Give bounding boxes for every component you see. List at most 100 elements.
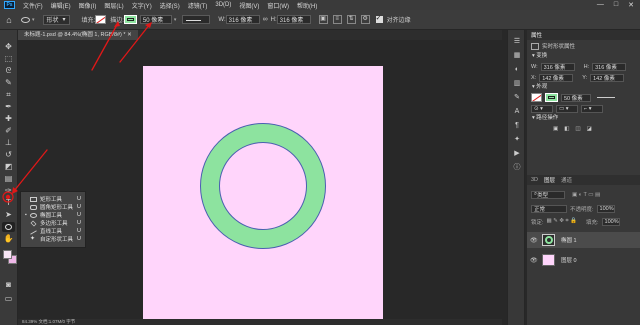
- menu-layer[interactable]: 图层(L): [104, 1, 123, 10]
- stroke-width-input[interactable]: 50 像素: [139, 15, 172, 24]
- pen-tool-icon[interactable]: ✑: [2, 186, 15, 196]
- marquee-tool-icon[interactable]: ⬚: [2, 54, 15, 64]
- menu-edit[interactable]: 编辑(E): [51, 1, 71, 10]
- quick-select-tool-icon[interactable]: ✎: [2, 78, 15, 88]
- foreground-color-swatch[interactable]: [3, 250, 12, 259]
- type-tool-icon[interactable]: T: [2, 198, 15, 208]
- menu-help[interactable]: 帮助(H): [297, 1, 317, 10]
- width-input[interactable]: 316 像素: [225, 15, 260, 24]
- gear-icon[interactable]: ⚙: [360, 15, 370, 24]
- menu-type[interactable]: 文字(Y): [132, 1, 152, 10]
- stroke-swatch[interactable]: [123, 15, 137, 24]
- crop-tool-icon[interactable]: ⌗: [2, 90, 15, 100]
- align-edges-checkbox[interactable]: [375, 14, 383, 23]
- home-icon[interactable]: ⌂: [3, 15, 15, 25]
- properties-width-input[interactable]: 316 像素: [540, 62, 575, 71]
- brush-tool-icon[interactable]: ✐: [2, 126, 15, 136]
- paragraph-panel-icon[interactable]: ¶: [512, 122, 522, 130]
- move-tool-icon[interactable]: ✥: [2, 42, 15, 52]
- path-arrangement-icon[interactable]: ⇅: [346, 15, 356, 24]
- document-tab[interactable]: 未标题-1.psd @ 84.4%(椭圆 1, RGB/8#) * ✕: [18, 30, 138, 40]
- tab-channels[interactable]: 通道: [561, 176, 572, 184]
- document-canvas[interactable]: [143, 66, 383, 320]
- opacity-input[interactable]: 100%: [596, 204, 615, 213]
- flyout-item-line[interactable]: 直线工具 U: [21, 227, 85, 235]
- eye-icon[interactable]: 👁: [530, 257, 538, 264]
- fill-input[interactable]: 100%: [601, 217, 620, 226]
- gradient-tool-icon[interactable]: ▤: [2, 174, 15, 184]
- subtract-shape-icon[interactable]: ◧: [564, 126, 569, 132]
- actions-panel-icon[interactable]: ▶: [512, 150, 522, 158]
- menu-file[interactable]: 文件(F): [23, 1, 43, 10]
- hand-tool-icon[interactable]: ✋: [2, 234, 15, 244]
- fill-swatch[interactable]: [95, 15, 107, 24]
- height-input[interactable]: 316 像素: [276, 15, 311, 24]
- close-button[interactable]: ✕: [628, 1, 634, 9]
- filter-icons[interactable]: ▣ ◐ T ▭ ▤: [572, 192, 600, 198]
- screen-mode-icon[interactable]: ▭: [2, 294, 15, 304]
- properties-tab[interactable]: 属性: [531, 31, 542, 39]
- menu-view[interactable]: 视图(V): [239, 1, 259, 10]
- stroke-type-line[interactable]: [597, 97, 615, 98]
- tab-layers[interactable]: 图层: [544, 176, 555, 184]
- clone-stamp-tool-icon[interactable]: ⊥: [2, 138, 15, 148]
- glyph-panel-icon[interactable]: ✦: [512, 136, 522, 144]
- stroke-corner-select[interactable]: ⌐ ▾: [581, 104, 603, 113]
- stroke-align-select[interactable]: ⊙ ▾: [531, 104, 553, 113]
- appearance-section-header[interactable]: ▾ 外观: [527, 83, 640, 92]
- adjust-panel-icon[interactable]: ◐: [512, 66, 522, 74]
- eye-icon[interactable]: 👁: [530, 237, 538, 244]
- properties-height-input[interactable]: 316 像素: [592, 62, 627, 71]
- layer-name[interactable]: 椭圆 1: [561, 236, 577, 244]
- menu-image[interactable]: 图像(I): [79, 1, 97, 10]
- intersect-shape-icon[interactable]: ◫: [575, 126, 580, 132]
- swatches-panel-icon[interactable]: ▦: [512, 52, 522, 60]
- ellipse-tool-button[interactable]: [2, 222, 15, 232]
- maximize-button[interactable]: □: [614, 1, 618, 9]
- history-brush-tool-icon[interactable]: ↺: [2, 150, 15, 160]
- properties-y-input[interactable]: 142 像素: [590, 73, 625, 82]
- menu-select[interactable]: 选择(S): [160, 1, 180, 10]
- flyout-item-polygon[interactable]: 多边形工具 U: [21, 219, 85, 227]
- canvas-area[interactable]: [18, 40, 502, 320]
- ellipse-ring-shape[interactable]: [200, 123, 326, 249]
- transform-section-header[interactable]: ▾ 变换: [527, 52, 640, 61]
- tab-3d[interactable]: 3D: [531, 177, 538, 183]
- libraries-panel-icon[interactable]: ▥: [512, 80, 522, 88]
- path-operations-icon[interactable]: ▣: [318, 15, 328, 24]
- character-panel-icon[interactable]: A: [512, 108, 522, 116]
- link-icon[interactable]: ∞: [263, 16, 268, 23]
- layer-row-ellipse[interactable]: 👁 椭圆 1: [527, 232, 640, 248]
- properties-fill-swatch[interactable]: [531, 93, 542, 102]
- chevron-down-icon[interactable]: ▾: [174, 17, 177, 23]
- path-alignment-icon[interactable]: ≡: [332, 15, 342, 24]
- exclude-shape-icon[interactable]: ◪: [587, 126, 592, 132]
- stroke-cap-select[interactable]: ▭ ▾: [556, 104, 578, 113]
- blend-mode-select[interactable]: 正常: [531, 204, 567, 213]
- path-ops-section-header[interactable]: ▾ 路径操作: [527, 114, 640, 123]
- layer-filter-select[interactable]: ⌕ 类型: [531, 190, 565, 199]
- path-select-tool-icon[interactable]: ➤: [2, 210, 15, 220]
- flyout-item-rounded-rectangle[interactable]: 圆角矩形工具 U: [21, 203, 85, 211]
- info-panel-icon[interactable]: ⓘ: [512, 164, 522, 172]
- flyout-item-custom-shape[interactable]: ✦ 自定形状工具 U: [21, 235, 85, 244]
- flyout-item-ellipse[interactable]: ▪ 椭圆工具 U: [21, 211, 85, 219]
- lasso-tool-icon[interactable]: ᘓ: [2, 66, 15, 76]
- properties-stroke-swatch[interactable]: [545, 93, 558, 102]
- eraser-tool-icon[interactable]: ◩: [2, 162, 15, 172]
- properties-x-input[interactable]: 142 像素: [539, 73, 574, 82]
- brush-panel-icon[interactable]: ✎: [512, 94, 522, 102]
- flyout-item-rectangle[interactable]: 矩形工具 U: [21, 195, 85, 203]
- menu-3d[interactable]: 3D(D): [215, 2, 231, 8]
- menu-filter[interactable]: 滤镜(T): [188, 1, 208, 10]
- history-panel-icon[interactable]: ☰: [512, 38, 522, 46]
- tool-mode-select[interactable]: 形状 ▾: [42, 14, 70, 25]
- quick-mask-icon[interactable]: ◙: [2, 280, 15, 290]
- menu-window[interactable]: 窗口(W): [267, 1, 289, 10]
- minimize-button[interactable]: —: [597, 1, 604, 9]
- healing-tool-icon[interactable]: ✚: [2, 114, 15, 124]
- properties-stroke-width[interactable]: 50 像素: [561, 93, 591, 102]
- lock-icons[interactable]: ▦ ✎ ✥ ⌗ 🔒: [547, 218, 577, 225]
- combine-shapes-icon[interactable]: ▣: [553, 126, 558, 132]
- eyedropper-tool-icon[interactable]: ✒: [2, 102, 15, 112]
